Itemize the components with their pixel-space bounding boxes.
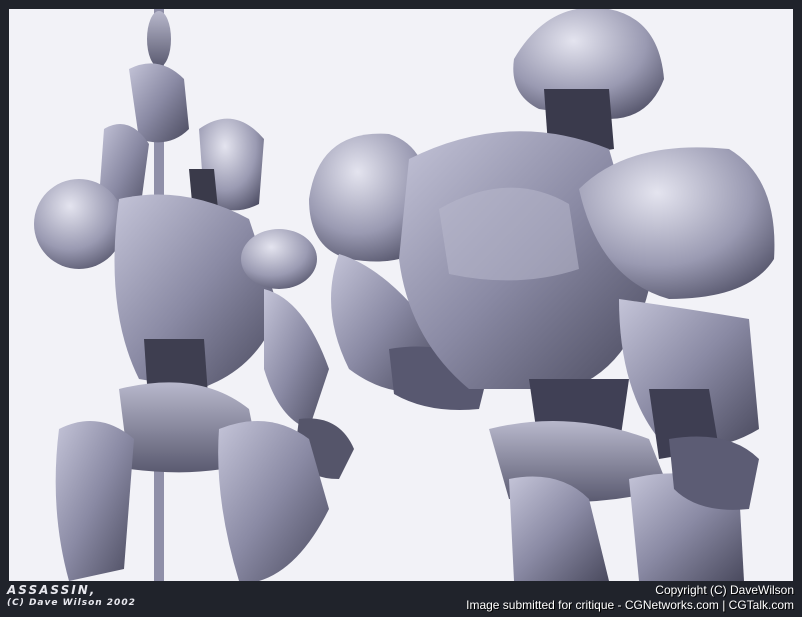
artwork-byline: (C) Dave Wilson 2002 — [7, 598, 136, 608]
left-robot — [34, 9, 354, 581]
right-robot — [309, 9, 775, 581]
artwork-canvas — [9, 9, 793, 581]
robot-illustration — [34, 9, 775, 581]
credit-block: Copyright (C) DaveWilson Image submitted… — [466, 583, 794, 613]
copyright-text: Copyright (C) DaveWilson — [655, 583, 794, 597]
submission-note: Image submitted for critique - CGNetwork… — [466, 598, 794, 612]
image-frame: ASSASSIN, (C) Dave Wilson 2002 Copyright… — [0, 0, 802, 617]
artwork-title: ASSASSIN, — [7, 583, 97, 597]
artwork-title-block: ASSASSIN, (C) Dave Wilson 2002 — [7, 584, 136, 610]
